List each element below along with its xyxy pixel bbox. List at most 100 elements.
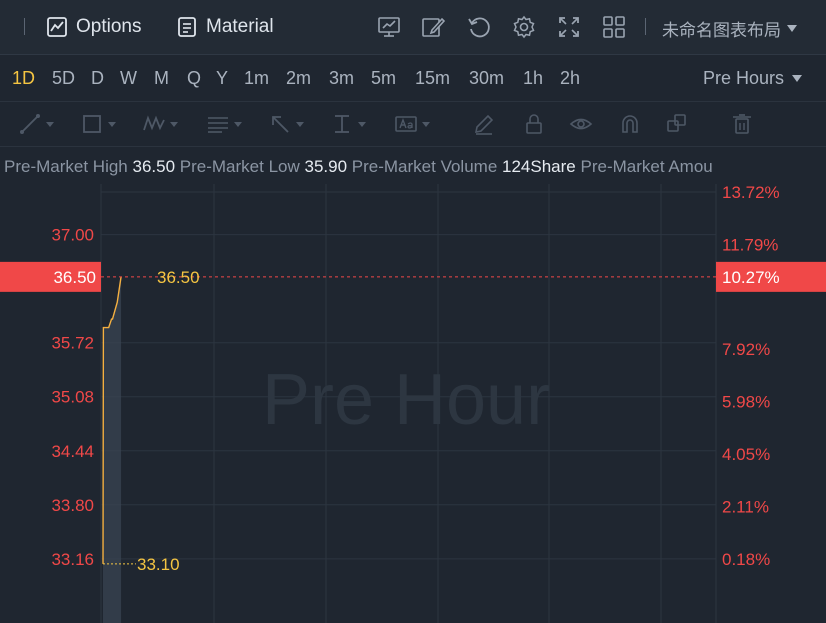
lock-icon [526,114,542,134]
clone-tool[interactable] [665,112,689,136]
caret-down-icon [422,121,430,127]
rectangle-icon [83,115,101,133]
period-1d[interactable]: 1D [12,68,35,89]
document-icon [178,17,196,37]
period-15m[interactable]: 15m [415,68,450,89]
grid-icon [603,16,625,38]
current-price-value: 36.50 [53,268,96,287]
high-marker-label: 36.50 [157,268,200,287]
low-value: 35.90 [304,157,348,176]
options-button[interactable]: Options [46,13,141,41]
amount-label: Pre-Market Amou [580,157,713,176]
layout-name-label: 未命名图表布局 [662,21,781,40]
period-5d[interactable]: 5D [52,68,75,89]
delete-tool[interactable] [730,112,754,136]
caret-down-icon [170,121,178,127]
period-2m[interactable]: 2m [286,68,311,89]
edit-pencil-icon [422,17,446,37]
right-axis-tick: 11.79% [722,235,778,254]
top-toolbar: Options Material 未命名图表布局 [0,0,826,55]
high-value: 36.50 [132,157,176,176]
right-axis-tick: 2.11% [722,498,769,517]
period-3m[interactable]: 3m [329,68,354,89]
low-marker-label: 33.10 [137,555,180,574]
volume-label: Pre-Market Volume [351,157,498,176]
left-axis-tick: 35.08 [51,388,94,407]
premarket-info-bar: Pre-Market High 36.50 Pre-Market Low 35.… [0,150,826,184]
wave-pattern-icon [143,115,165,131]
left-axis-tick: 35.72 [51,334,94,353]
right-axis-tick: 5.98% [722,393,770,412]
price-chart[interactable]: Pre Hour 37.00 35.72 35.08 34.44 33.80 33.16 13… [0,184,826,623]
layout-grid-button[interactable] [601,14,627,40]
trash-icon [733,114,751,134]
caret-down-icon [108,121,116,127]
left-axis-tick: 37.00 [51,226,94,245]
session-select-label: Pre Hours [703,68,785,88]
period-d[interactable]: D [91,68,104,89]
caret-down-icon [234,121,242,127]
vertical-measure-icon [335,115,349,133]
fullscreen-button[interactable] [556,14,582,40]
period-bar: Pre Hours 1D 5D D W M Q Y 1m 2m 3m 5m 15m 30m 1h 2h [0,55,826,102]
period-5m[interactable]: 5m [371,68,396,89]
settings-button[interactable] [511,14,537,40]
lock-tool[interactable] [522,112,546,136]
left-axis-tick: 33.80 [51,496,94,515]
trendline-tool[interactable] [18,112,54,136]
presentation-chart-icon [378,17,400,37]
left-axis-tick: 34.44 [51,442,94,461]
arrow-tool[interactable] [268,112,304,136]
chart-canvas: Pre Hour 37.00 35.72 35.08 34.44 33.80 33.16 13… [0,184,826,623]
current-change-value: 10.27% [722,268,780,287]
session-select[interactable]: Pre Hours [703,68,803,89]
period-q[interactable]: Q [187,68,201,89]
right-axis-tick: 0.18% [722,550,770,569]
period-m[interactable]: M [154,68,169,89]
edit-button[interactable] [420,14,446,40]
period-y[interactable]: Y [216,68,228,89]
layout-select[interactable]: 未命名图表布局 [662,16,797,41]
toolbar-divider [645,18,646,35]
low-label: Pre-Market Low [179,157,300,176]
period-w[interactable]: W [120,68,137,89]
caret-down-icon [358,121,366,127]
material-button[interactable]: Material [176,13,274,41]
text-tool[interactable] [394,112,430,136]
rectangle-tool[interactable] [80,112,116,136]
pattern-tool[interactable] [142,112,178,136]
right-axis-tick: 13.72% [722,184,780,202]
magnet-icon [622,115,638,133]
material-label: Material [206,16,274,37]
drawing-toolbar [0,102,826,147]
measure-tool[interactable] [330,112,366,136]
period-2h[interactable]: 2h [560,68,580,89]
toolbar-divider [24,18,25,35]
period-1h[interactable]: 1h [523,68,543,89]
caret-down-icon [46,121,54,127]
caret-down-icon [296,121,304,127]
chart-options-icon [47,17,67,37]
right-axis-tick: 4.05% [722,445,770,464]
gear-icon [513,15,535,39]
visibility-tool[interactable] [569,112,593,136]
caret-down-icon [787,25,797,32]
copy-icon [667,114,686,132]
text-box-icon [395,116,417,132]
reset-button[interactable] [466,14,492,40]
right-axis-tick: 7.92% [722,340,770,359]
period-30m[interactable]: 30m [469,68,504,89]
left-axis-tick: 33.16 [51,550,94,569]
brush-tool[interactable] [472,112,496,136]
price-area-fill [103,276,122,623]
magnet-tool[interactable] [618,112,642,136]
high-label: Pre-Market High [4,157,128,176]
watermark-text: Pre Hour [262,360,550,440]
refresh-icon [468,17,490,38]
volume-value: 124Share [502,157,576,176]
fibonacci-tool[interactable] [206,112,242,136]
line-tool-icon [20,114,40,134]
indicator-button[interactable] [376,14,402,40]
caret-down-icon [792,75,803,82]
period-1m[interactable]: 1m [244,68,269,89]
